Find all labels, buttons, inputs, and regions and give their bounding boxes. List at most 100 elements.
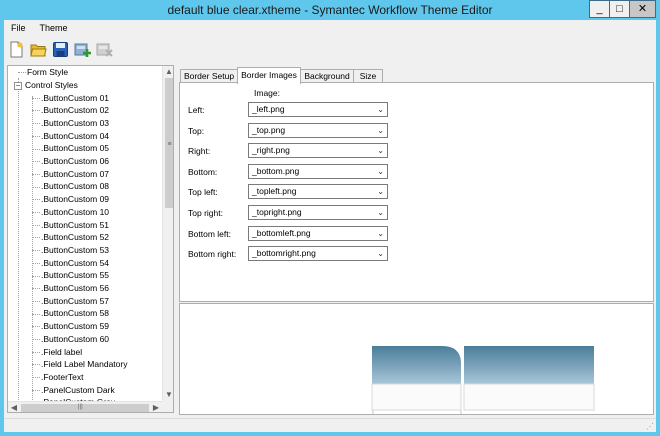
minimize-button[interactable]: _ [589, 0, 610, 18]
tab-size[interactable]: Size [353, 69, 383, 83]
tree-item-label: .ButtonCustom 53 [41, 244, 110, 255]
scroll-up-icon[interactable]: ▲ [163, 66, 173, 78]
tree-item-label: .FooterText [41, 371, 84, 382]
border-image-value: _topleft.png [252, 186, 297, 197]
window-title: default blue clear.xtheme - Symantec Wor… [167, 3, 493, 17]
border-image-label: Bottom: [188, 166, 218, 177]
tab-border-images[interactable]: Border Images [237, 67, 301, 84]
chevron-down-icon[interactable]: ⌄ [377, 227, 384, 240]
tree-item[interactable]: .ButtonCustom 01 [32, 92, 109, 105]
border-image-select[interactable]: _bottom.png ⌄ [248, 163, 388, 179]
scroll-thumb-horizontal[interactable] [21, 404, 149, 412]
tree-item[interactable]: .ButtonCustom 08 [32, 180, 109, 193]
tree-item[interactable]: .ButtonCustom 51 [32, 219, 109, 232]
tree-item[interactable]: .ButtonCustom 55 [32, 269, 109, 282]
chevron-down-icon[interactable]: ⌄ [377, 124, 384, 137]
tree-item-label: .ButtonCustom 60 [41, 333, 110, 344]
new-document-icon[interactable] [8, 41, 25, 58]
tree-item[interactable]: .ButtonCustom 54 [32, 257, 109, 270]
tree-item[interactable]: .ButtonCustom 06 [32, 155, 109, 168]
border-images-panel: Image: Left: _left.png ⌄ Top: _top.png ⌄ Right… [179, 82, 654, 302]
menu-theme[interactable]: Theme [33, 22, 75, 37]
tree-item[interactable]: .ButtonCustom 56 [32, 282, 109, 295]
tree-item[interactable]: .ButtonCustom 53 [32, 244, 109, 257]
border-image-select[interactable]: _right.png ⌄ [248, 143, 388, 159]
menu-file[interactable]: File [4, 22, 33, 37]
tree-item-control-styles[interactable]: Control Styles [25, 79, 78, 92]
border-image-select[interactable]: _topleft.png ⌄ [248, 184, 388, 200]
tree-item[interactable]: .ButtonCustom 57 [32, 295, 109, 308]
tree-item[interactable]: .ButtonCustom 07 [32, 168, 109, 181]
size-grip-icon[interactable]: ⋰ [646, 422, 654, 431]
border-image-value: _topright.png [252, 207, 302, 217]
chevron-down-icon[interactable]: ⌄ [377, 165, 384, 178]
scroll-grip-icon: ≡ [167, 141, 172, 148]
preview-topright-piece [372, 346, 461, 384]
tree-item-label: .ButtonCustom 52 [41, 232, 110, 243]
tree-item[interactable]: .PanelCustom Dark [32, 384, 115, 397]
chevron-down-icon[interactable]: ⌄ [377, 247, 384, 260]
chevron-down-icon[interactable]: ⌄ [377, 185, 384, 198]
remove-style-icon[interactable] [96, 41, 113, 58]
tree-item[interactable]: .FooterText [32, 371, 84, 384]
border-image-select[interactable]: _topright.png ⌄ [248, 205, 388, 220]
tree-item[interactable]: .ButtonCustom 03 [32, 117, 109, 130]
tree-item-form-style[interactable]: Form Style [18, 66, 68, 79]
border-image-select[interactable]: _left.png ⌄ [248, 102, 388, 117]
add-style-icon[interactable] [74, 41, 91, 58]
chevron-down-icon[interactable]: ⌄ [377, 103, 384, 116]
tree-item-label: .ButtonCustom 57 [41, 295, 110, 306]
chevron-down-icon[interactable]: ⌄ [377, 144, 384, 157]
border-image-value: _bottom.png [252, 165, 300, 176]
tree-item[interactable]: .ButtonCustom 52 [32, 231, 109, 244]
collapse-toggle-icon[interactable]: − [14, 82, 22, 90]
tree-item[interactable]: .ButtonCustom 60 [32, 333, 109, 346]
border-image-label: Bottom right: [188, 249, 237, 260]
tree-item-label: .Field Label Mandatory [41, 359, 128, 370]
menu-bar: File Theme [4, 22, 75, 37]
border-image-value: _left.png [252, 104, 285, 114]
maximize-button[interactable]: □ [609, 0, 630, 18]
border-image-label: Top: [188, 125, 205, 136]
tab-background[interactable]: Background [300, 69, 354, 83]
tree-item[interactable]: .ButtonCustom 58 [32, 307, 109, 320]
tree-item[interactable]: .ButtonCustom 10 [32, 206, 109, 219]
title-bar: default blue clear.xtheme - Symantec Wor… [0, 0, 660, 20]
tree-item[interactable]: .ButtonCustom 04 [32, 130, 109, 143]
scroll-down-icon[interactable]: ▼ [163, 389, 173, 401]
tree-item-label: .ButtonCustom 55 [41, 270, 110, 281]
tree-item-label: .ButtonCustom 58 [41, 308, 110, 319]
close-button[interactable]: ✕ [629, 0, 656, 18]
preview-top-piece [464, 346, 594, 384]
tree-viewport: Form Style − Control Styles .ButtonCusto… [8, 66, 162, 401]
tree-item-label: .Field label [41, 346, 83, 357]
tree-item-label: .ButtonCustom 56 [41, 283, 110, 293]
border-image-select[interactable]: _top.png ⌄ [248, 122, 388, 138]
scroll-grip-icon: ||| [78, 404, 83, 410]
border-image-select[interactable]: _bottomright.png ⌄ [248, 246, 388, 262]
tree-vertical-scrollbar[interactable]: ▲ ≡ ▼ [162, 66, 173, 401]
preview-panel-body [463, 383, 595, 411]
border-image-value: _top.png [252, 124, 286, 135]
tree-item-label: .ButtonCustom 51 [41, 219, 110, 230]
tree-item[interactable]: .ButtonCustom 05 [32, 142, 109, 155]
scroll-right-icon[interactable]: ▶ [150, 402, 162, 412]
tree-guide-line [18, 78, 19, 401]
tab-border-setup[interactable]: Border Setup [180, 69, 238, 83]
tree-item[interactable]: .Field Label Mandatory [32, 358, 127, 371]
save-disk-icon[interactable] [52, 41, 69, 58]
tree-item-label: .ButtonCustom 06 [41, 156, 110, 166]
style-tree[interactable]: Form Style − Control Styles .ButtonCusto… [7, 65, 174, 413]
tree-item[interactable]: .Field label [32, 346, 82, 359]
tree-item-label: .ButtonCustom 10 [41, 206, 110, 217]
border-image-select[interactable]: _bottomleft.png ⌄ [248, 225, 388, 241]
tree-item[interactable]: .ButtonCustom 59 [32, 320, 109, 333]
scroll-left-icon[interactable]: ◀ [8, 402, 20, 412]
tree-item[interactable]: .ButtonCustom 09 [32, 193, 109, 206]
tree-item[interactable]: .ButtonCustom 02 [32, 104, 109, 117]
tree-item-label: .ButtonCustom 03 [41, 117, 110, 128]
open-folder-icon[interactable] [30, 41, 47, 58]
border-image-label: Top left: [188, 187, 218, 198]
chevron-down-icon[interactable]: ⌄ [377, 206, 384, 219]
tree-horizontal-scrollbar[interactable]: ◀ ||| ▶ [8, 401, 162, 412]
